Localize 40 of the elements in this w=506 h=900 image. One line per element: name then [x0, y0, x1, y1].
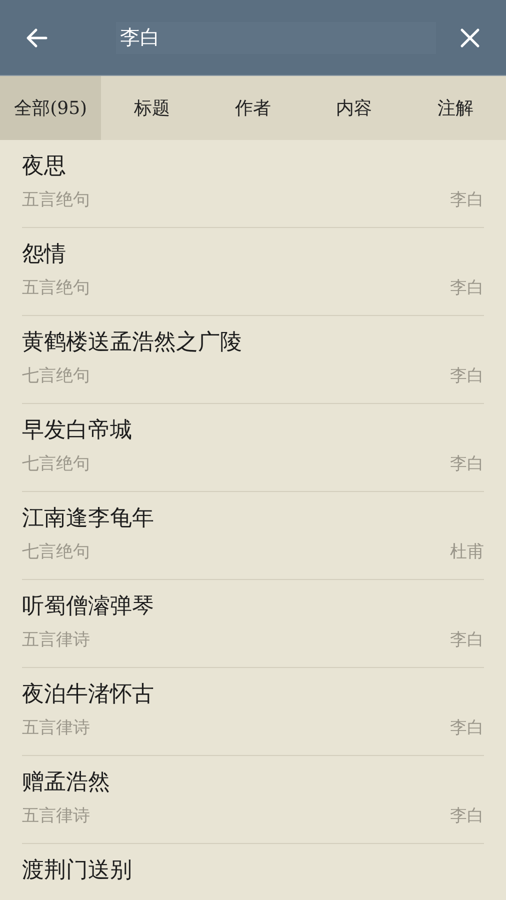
poem-title: 夜泊牛渚怀古 [22, 681, 155, 709]
filter-tab[interactable]: 内容 [304, 76, 405, 140]
result-item[interactable]: 江南逢李龟年 七言绝句 杜甫 [22, 492, 484, 580]
filter-tab[interactable]: 作者 [202, 76, 304, 140]
poem-form: 七言绝句 [22, 541, 90, 564]
poem-form: 五言律诗 [22, 805, 90, 828]
filter-tab[interactable]: 全部(95) [0, 76, 102, 140]
poem-author: 杜甫 [450, 541, 484, 564]
result-item[interactable]: 怨情 五言绝句 李白 [22, 228, 484, 316]
poem-title: 赠孟浩然 [22, 769, 111, 797]
poem-title: 夜思 [22, 153, 67, 181]
poem-title: 早发白帝城 [22, 417, 133, 445]
result-item[interactable]: 听蜀僧濬弹琴 五言律诗 李白 [22, 580, 484, 668]
poem-author: 李白 [450, 189, 484, 212]
result-item[interactable]: 夜泊牛渚怀古 五言律诗 李白 [22, 668, 484, 756]
result-item[interactable]: 渡荆门送别 [22, 844, 484, 900]
poem-author: 李白 [450, 365, 484, 388]
filter-tab[interactable]: 注解 [404, 76, 506, 140]
poem-author: 李白 [450, 805, 484, 828]
search-field[interactable]: 李白 [116, 22, 436, 54]
poem-form: 五言律诗 [22, 629, 90, 652]
poem-form: 七言绝句 [22, 365, 90, 388]
poem-author: 李白 [450, 453, 484, 476]
poem-form: 七言绝句 [22, 453, 90, 476]
poem-author: 李白 [450, 629, 484, 652]
poem-title: 怨情 [22, 241, 67, 269]
poem-form: 五言律诗 [22, 717, 90, 740]
poem-author: 李白 [450, 277, 484, 300]
poem-author: 李白 [450, 717, 484, 740]
result-item[interactable]: 黄鹤楼送孟浩然之广陵 七言绝句 李白 [22, 316, 484, 404]
result-item[interactable]: 夜思 五言绝句 李白 [22, 140, 484, 228]
result-item[interactable]: 早发白帝城 七言绝句 李白 [22, 404, 484, 492]
result-item[interactable]: 赠孟浩然 五言律诗 李白 [22, 756, 484, 844]
filter-tab[interactable]: 标题 [101, 76, 202, 140]
poem-form: 五言绝句 [22, 189, 90, 212]
poem-title: 渡荆门送别 [22, 857, 133, 885]
poem-title: 江南逢李龟年 [22, 505, 155, 533]
poem-form: 五言绝句 [22, 277, 90, 300]
poem-title: 黄鹤楼送孟浩然之广陵 [22, 329, 243, 357]
poem-title: 听蜀僧濬弹琴 [22, 593, 155, 621]
